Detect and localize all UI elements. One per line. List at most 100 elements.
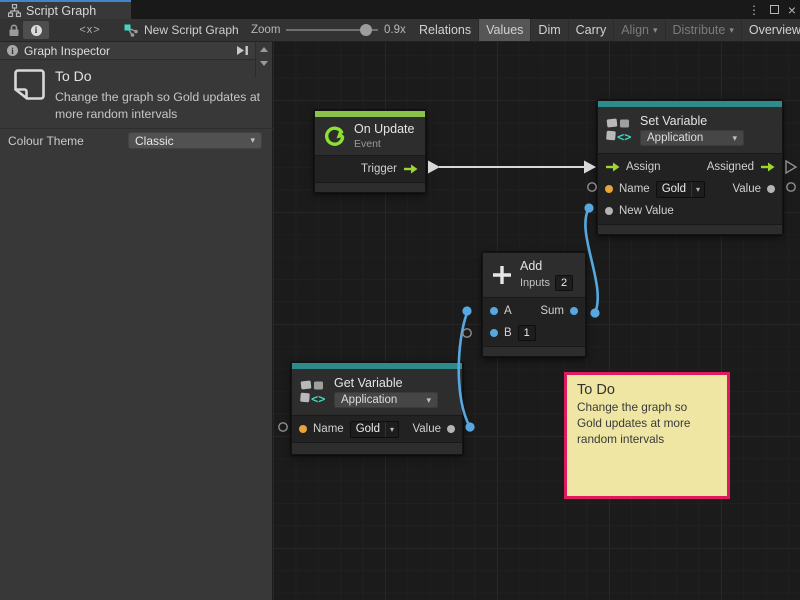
object-port-icon[interactable] — [447, 425, 455, 433]
node-subtitle: Event — [354, 138, 414, 150]
overview-button[interactable]: Overview — [742, 19, 800, 41]
graph-canvas[interactable]: On Update Event Trigger — [273, 42, 800, 600]
sticky-note[interactable]: To Do Change the graph so Gold updates a… — [564, 372, 730, 499]
value-port-icon[interactable] — [490, 329, 498, 337]
string-port-icon[interactable] — [605, 185, 613, 193]
unconnected-value-port[interactable] — [588, 183, 596, 191]
node-title: Add — [520, 259, 573, 273]
name-value-port-row: Name Gold ▾ Value — [292, 418, 462, 440]
dim-button[interactable]: Dim — [531, 19, 568, 41]
graph-toolbar: i <x> New Script Graph Zoom 0.9x Relatio… — [0, 19, 800, 42]
chevron-down-icon: ▾ — [386, 425, 398, 434]
control-arrow-icon — [403, 164, 418, 174]
inspector-note-title: To Do — [55, 68, 92, 84]
note-icon — [13, 68, 46, 102]
trigger-output-port[interactable]: Trigger — [315, 158, 425, 180]
node-get-variable[interactable]: <> Get Variable Application ▾ Name Gold — [291, 362, 463, 455]
node-footer — [292, 443, 462, 454]
tab-script-graph[interactable]: Script Graph — [0, 0, 131, 19]
unconnected-control-port[interactable] — [786, 161, 796, 173]
scroll-down-icon[interactable] — [256, 56, 272, 70]
carry-button[interactable]: Carry — [569, 19, 615, 41]
chevron-down-icon: ▾ — [692, 185, 704, 194]
control-arrow-icon[interactable] — [760, 162, 775, 172]
variable-scope-dropdown[interactable]: Application ▾ — [640, 130, 744, 146]
node-footer — [598, 225, 782, 234]
maximize-square — [770, 5, 779, 14]
inspector-scrollbar — [255, 42, 272, 78]
inputs-count-field[interactable]: 2 — [555, 275, 573, 291]
new-value-port-row: New Value — [598, 200, 782, 222]
graph-inspector-header: i Graph Inspector — [0, 42, 256, 60]
wire-endpoint — [465, 422, 474, 431]
object-port-icon[interactable] — [767, 185, 775, 193]
add-header: Add Inputs 2 — [483, 253, 585, 297]
get-variable-ports: Name Gold ▾ Value — [292, 415, 462, 443]
node-title: Get Variable — [334, 376, 438, 390]
new-script-graph-button[interactable]: New Script Graph — [124, 19, 239, 41]
assign-port-row: Assign Assigned — [598, 156, 782, 178]
unconnected-value-port[interactable] — [463, 329, 471, 337]
plus-icon — [491, 264, 513, 286]
variable-scope-dropdown[interactable]: Application ▾ — [334, 392, 438, 408]
node-add[interactable]: Add Inputs 2 A Sum B — [482, 252, 586, 357]
colour-theme-label: Colour Theme — [8, 134, 84, 148]
expand-panel-icon[interactable] — [236, 45, 249, 56]
relations-button[interactable]: Relations — [412, 19, 479, 41]
value-wire — [585, 208, 597, 313]
variables-icon: <> — [606, 118, 633, 143]
script-graph-tab-icon — [8, 4, 21, 17]
variable-name-dropdown[interactable]: Gold ▾ — [350, 421, 399, 438]
distribute-button: Distribute▾ — [666, 19, 742, 41]
lock-icon[interactable] — [8, 19, 20, 41]
window-menu-icon[interactable]: ⋮ — [748, 0, 760, 19]
node-footer — [315, 183, 425, 192]
zoom-value: 0.9x — [384, 19, 406, 41]
node-on-update[interactable]: On Update Event Trigger — [314, 110, 426, 193]
new-script-graph-label: New Script Graph — [144, 23, 239, 37]
graph-inspector-toggle-button[interactable]: i — [23, 21, 49, 39]
object-port-icon[interactable] — [605, 207, 613, 215]
on-update-ports: Trigger — [315, 155, 425, 183]
values-button[interactable]: Values — [479, 19, 531, 41]
string-port-icon[interactable] — [299, 425, 307, 433]
svg-text:<>: <> — [311, 392, 325, 405]
scroll-up-icon[interactable] — [256, 42, 272, 56]
control-arrow-icon[interactable] — [605, 162, 620, 172]
wire-endpoint — [590, 308, 599, 317]
wire-endpoint — [462, 306, 471, 315]
wire-endpoint — [584, 203, 593, 212]
sticky-note-line: random intervals — [577, 432, 717, 448]
get-variable-header: <> Get Variable Application ▾ — [292, 369, 462, 415]
code-view-icon[interactable]: <x> — [72, 19, 108, 41]
node-set-variable[interactable]: <> Set Variable Application ▾ Assign — [597, 100, 783, 235]
align-button: Align▾ — [614, 19, 665, 41]
value-port-icon[interactable] — [570, 307, 578, 315]
colour-theme-value: Classic — [135, 134, 174, 148]
zoom-slider-handle[interactable] — [360, 24, 372, 36]
node-footer — [483, 347, 585, 356]
chevron-down-icon: ▾ — [732, 133, 737, 144]
variables-icon: <> — [300, 380, 327, 405]
window-close-icon[interactable]: × — [788, 0, 796, 19]
unconnected-value-port[interactable] — [279, 423, 287, 431]
window-maximize-icon[interactable] — [770, 0, 779, 19]
value-port-icon[interactable] — [490, 307, 498, 315]
a-sum-port-row: A Sum — [483, 300, 585, 322]
node-title: On Update — [354, 122, 414, 136]
b-port-row: B 1 — [483, 322, 585, 344]
svg-text:<>: <> — [617, 130, 631, 143]
b-value-field[interactable]: 1 — [518, 325, 536, 341]
info-icon: i — [7, 45, 18, 56]
control-wire-start-arrow — [428, 161, 440, 174]
graph-node-icon — [124, 24, 139, 37]
graph-inspector-panel: i Graph Inspector To Do Change the graph… — [0, 42, 273, 600]
sticky-note-line: Change the graph so — [577, 400, 717, 416]
colour-theme-dropdown[interactable]: Classic ▾ — [128, 132, 262, 149]
variable-name-dropdown[interactable]: Gold ▾ — [656, 181, 705, 198]
zoom-label: Zoom — [251, 19, 280, 41]
unconnected-value-port[interactable] — [787, 183, 795, 191]
toolbar-buttons: Relations Values Dim Carry Align▾ Distri… — [412, 19, 800, 41]
colour-theme-row: Colour Theme Classic ▾ — [0, 128, 273, 152]
tab-bar: Script Graph ⋮ × — [0, 0, 800, 19]
